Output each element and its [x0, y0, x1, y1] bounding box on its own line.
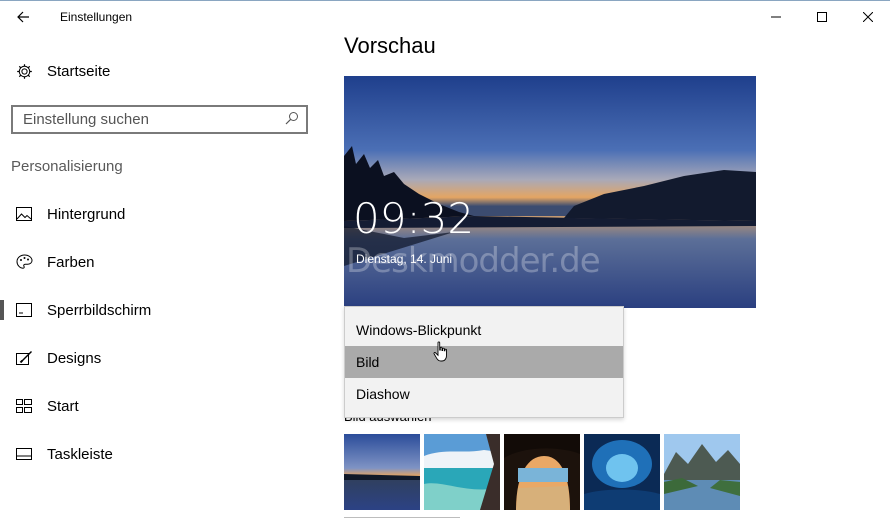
- dropdown-option-picture[interactable]: Bild: [345, 346, 623, 378]
- picture-thumbnails: [344, 434, 744, 510]
- dropdown-option-slideshow[interactable]: Diashow: [345, 378, 623, 410]
- thumbnail-tropical-beach[interactable]: [424, 434, 500, 510]
- maximize-icon: [817, 12, 827, 22]
- hand-cursor-icon: [433, 341, 447, 362]
- sidebar-item-farben[interactable]: Farben: [0, 242, 320, 282]
- start-grid-icon: [15, 397, 33, 415]
- close-button[interactable]: [845, 1, 890, 33]
- sidebar-item-label: Start: [47, 397, 79, 415]
- sidebar-item-label: Taskleiste: [47, 445, 113, 463]
- settings-window: Einstellungen Startseite Einstellung suc…: [0, 0, 890, 518]
- lock-clock: 09:32: [353, 194, 475, 243]
- taskbar-icon: [15, 445, 33, 463]
- sidebar-item-label: Designs: [47, 349, 102, 367]
- title-bar: Einstellungen: [0, 1, 890, 33]
- home-label: Startseite: [47, 62, 111, 80]
- back-arrow-icon: [17, 11, 29, 23]
- background-dropdown-list[interactable]: Windows-Blickpunkt Bild Diashow: [344, 306, 624, 418]
- dropdown-option-spotlight[interactable]: Windows-Blickpunkt: [345, 314, 623, 346]
- main-content: Vorschau Deskmodder.de 09:32 Dienstag, 1…: [326, 33, 890, 518]
- search-box: [11, 105, 308, 134]
- minimize-button[interactable]: [753, 1, 799, 33]
- thumbnail-rock-arch-beach[interactable]: [504, 434, 580, 510]
- search-input[interactable]: [23, 110, 273, 129]
- sidebar-item-label: Hintergrund: [47, 205, 126, 223]
- thumbnail-mountain-lake[interactable]: [664, 434, 740, 510]
- sidebar-item-label: Sperrbildschirm: [47, 301, 152, 319]
- sidebar-item-label: Farben: [47, 253, 95, 271]
- search-icon: [285, 112, 298, 125]
- sidebar-item-taskleiste[interactable]: Taskleiste: [0, 434, 320, 474]
- sidebar: Startseite Personalisierung Hintergrund …: [0, 33, 326, 518]
- thumbnail-lake-sunset[interactable]: [344, 434, 420, 510]
- page-title: Vorschau: [344, 33, 436, 58]
- thumbnail-ice-cave[interactable]: [584, 434, 660, 510]
- lockscreen-preview: Deskmodder.de 09:32 Dienstag, 14. Juni: [344, 76, 756, 308]
- palette-icon: [15, 253, 33, 271]
- section-heading: Personalisierung: [11, 158, 123, 175]
- sidebar-item-start[interactable]: Start: [0, 386, 320, 426]
- picture-icon: [15, 205, 33, 223]
- lock-date: Dienstag, 14. Juni: [356, 252, 453, 266]
- sidebar-item-hintergrund[interactable]: Hintergrund: [0, 194, 320, 234]
- brush-icon: [15, 349, 33, 367]
- app-title: Einstellungen: [60, 10, 133, 24]
- close-icon: [863, 12, 873, 22]
- minimize-icon: [771, 16, 781, 18]
- maximize-button[interactable]: [799, 1, 845, 33]
- search-button[interactable]: [285, 111, 301, 127]
- gear-icon: [15, 62, 33, 80]
- back-button[interactable]: [6, 3, 40, 31]
- lockscreen-icon: [15, 301, 33, 319]
- sidebar-item-designs[interactable]: Designs: [0, 338, 320, 378]
- sidebar-item-sperrbildschirm[interactable]: Sperrbildschirm: [0, 290, 320, 330]
- home-nav-item[interactable]: Startseite: [0, 57, 320, 85]
